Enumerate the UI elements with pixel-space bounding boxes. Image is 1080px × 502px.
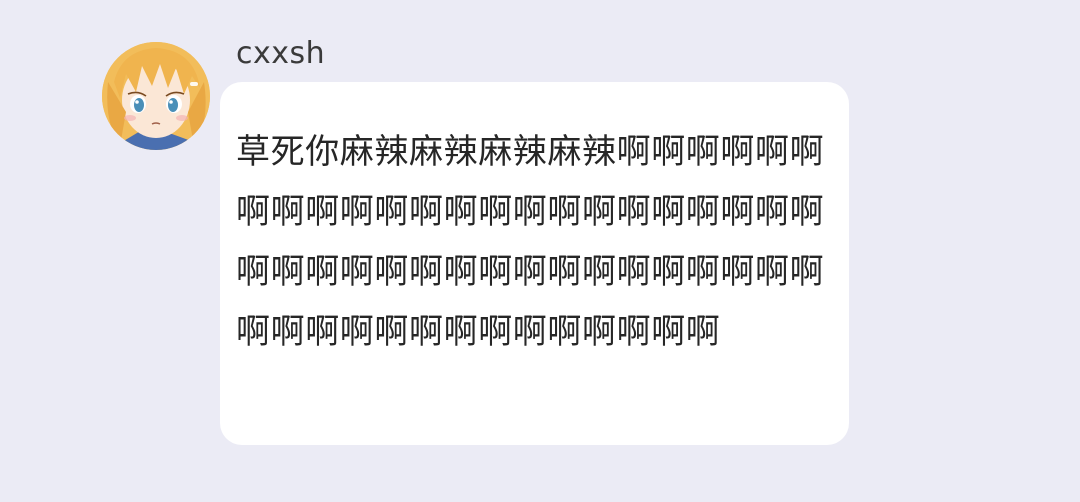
chat-message: cxxsh 草死你麻辣麻辣麻辣麻辣啊啊啊啊啊啊啊啊啊啊啊啊啊啊啊啊啊啊啊啊啊啊啊… bbox=[0, 0, 1080, 502]
message-bubble[interactable]: 草死你麻辣麻辣麻辣麻辣啊啊啊啊啊啊啊啊啊啊啊啊啊啊啊啊啊啊啊啊啊啊啊啊啊啊啊啊啊… bbox=[220, 82, 849, 445]
sender-name: cxxsh bbox=[236, 36, 326, 71]
sender-avatar[interactable] bbox=[102, 42, 210, 150]
anime-character-avatar-icon bbox=[102, 42, 210, 150]
message-text: 草死你麻辣麻辣麻辣麻辣啊啊啊啊啊啊啊啊啊啊啊啊啊啊啊啊啊啊啊啊啊啊啊啊啊啊啊啊啊… bbox=[236, 132, 825, 352]
